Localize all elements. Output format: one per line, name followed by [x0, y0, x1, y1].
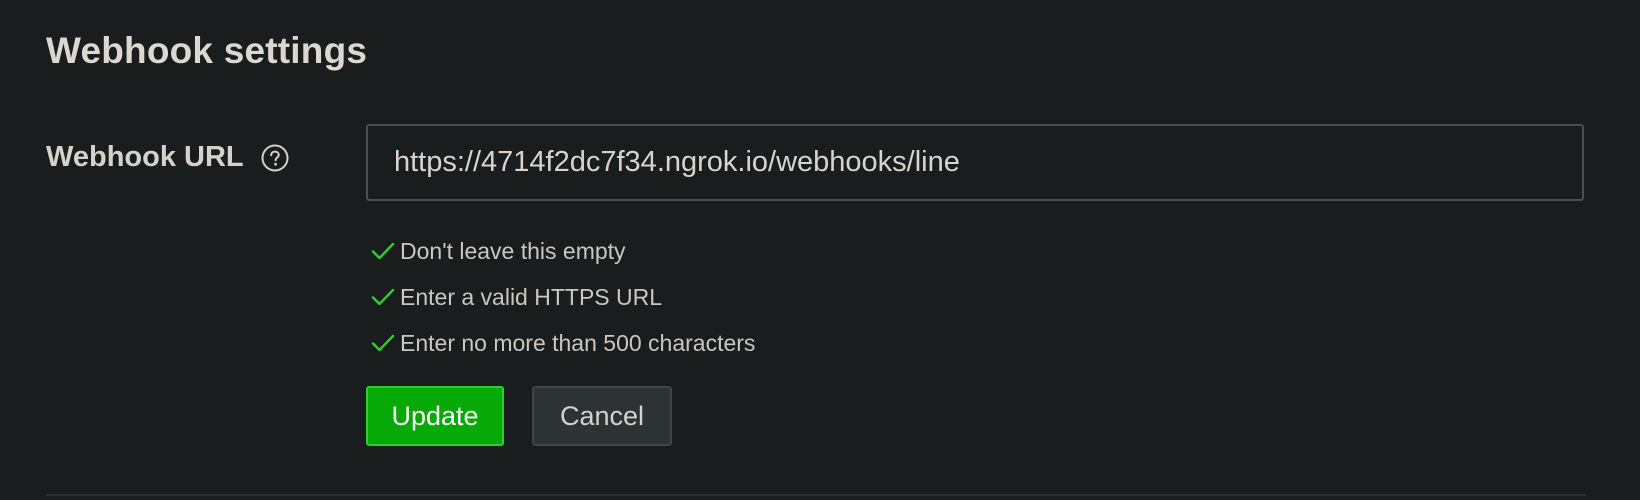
update-button[interactable]: Update — [366, 386, 504, 446]
validation-rule: Enter a valid HTTPS URL — [370, 274, 755, 320]
validation-rule-text: Enter a valid HTTPS URL — [400, 283, 663, 310]
validation-rule-text: Don't leave this empty — [400, 237, 626, 264]
webhook-url-label: Webhook URL — [46, 141, 290, 174]
webhook-url-input[interactable] — [366, 124, 1584, 201]
validation-rules: Don't leave this empty Enter a valid HTT… — [370, 228, 755, 366]
validation-rule: Enter no more than 500 characters — [370, 320, 755, 366]
validation-rule-text: Enter no more than 500 characters — [400, 329, 756, 356]
webhook-url-label-text: Webhook URL — [46, 141, 244, 173]
section-title: Webhook settings — [46, 30, 368, 71]
check-icon — [371, 242, 395, 260]
section-divider — [46, 494, 1586, 496]
check-icon — [371, 334, 395, 352]
question-circle-icon[interactable] — [260, 143, 290, 173]
cancel-button[interactable]: Cancel — [532, 386, 672, 446]
check-icon — [371, 288, 395, 306]
validation-rule: Don't leave this empty — [370, 228, 755, 274]
